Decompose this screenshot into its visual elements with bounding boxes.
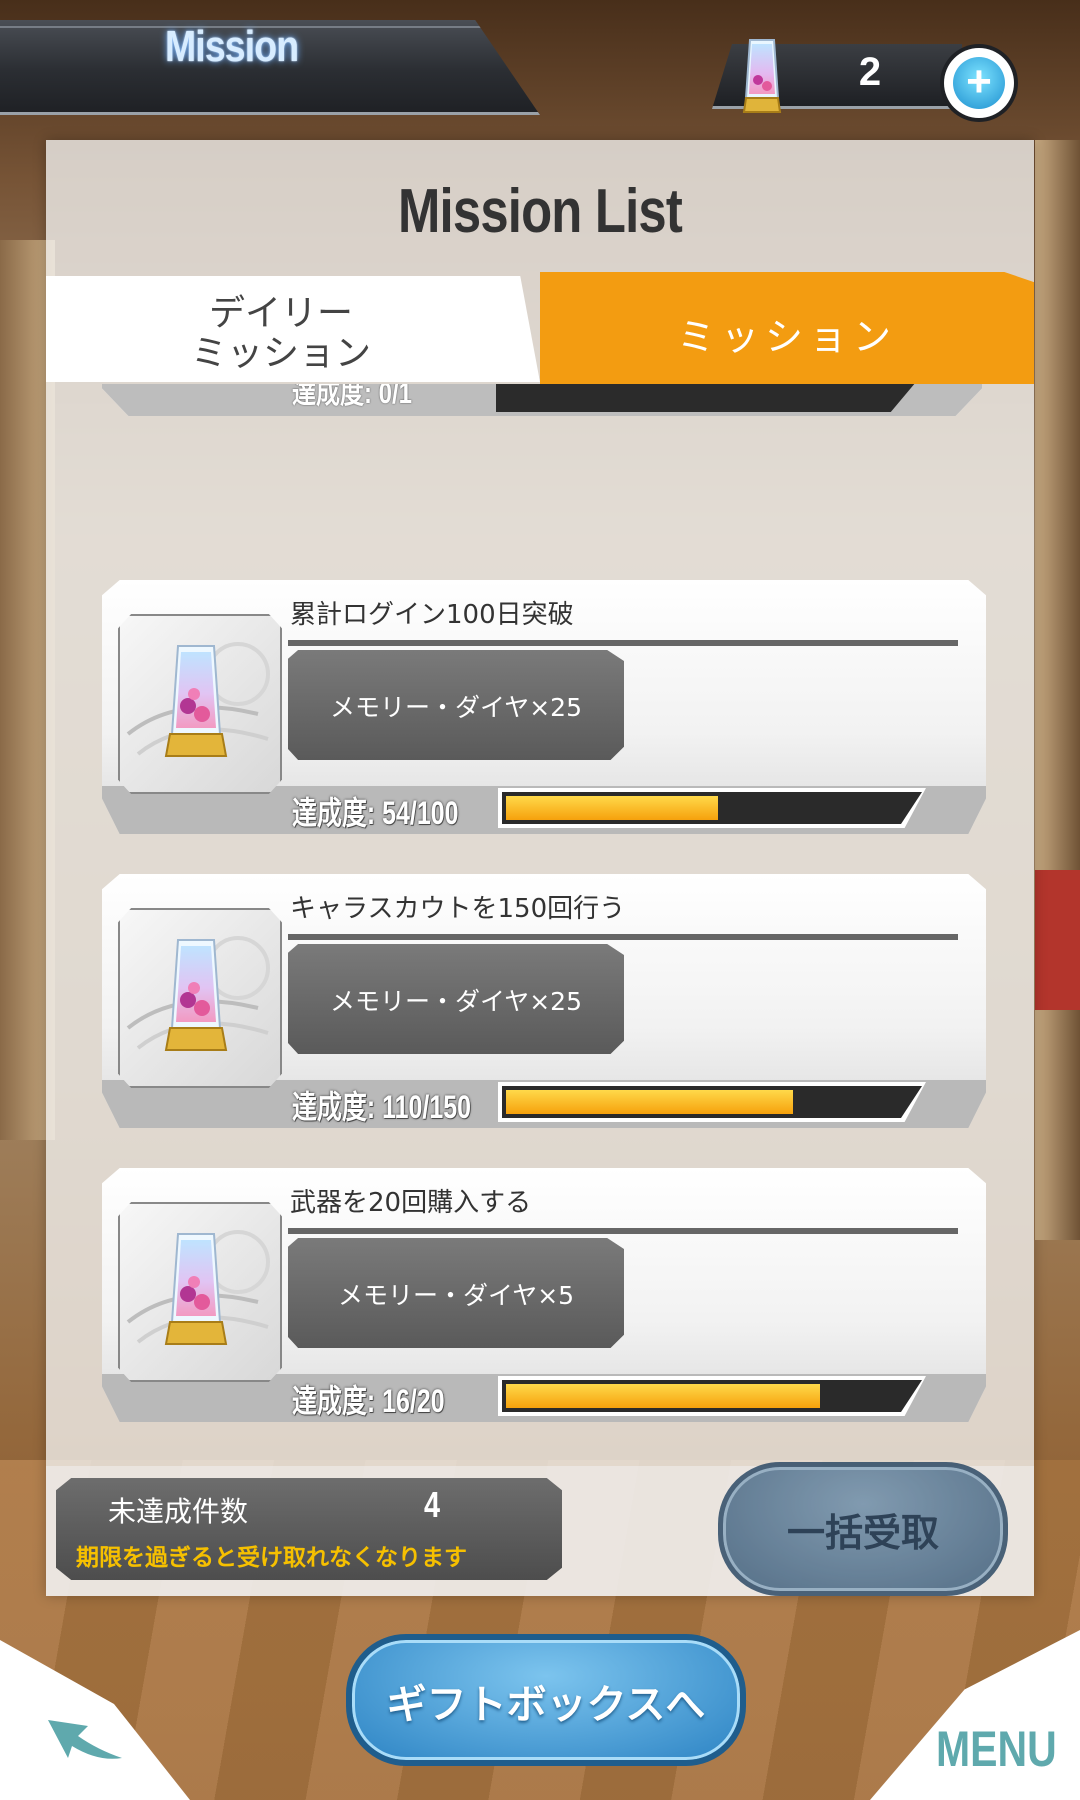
memory-diamond-icon — [742, 39, 782, 113]
unachieved-count: 4 — [424, 1484, 441, 1525]
gift-box-label: ギフトボックスへ — [386, 1682, 706, 1728]
progress-bar — [496, 384, 916, 412]
plus-icon: + — [953, 57, 1005, 109]
expiry-warning: 期限を過ぎると受け取れなくなります — [76, 1545, 467, 1571]
progress-label: 達成度: 54/100 — [292, 795, 459, 831]
currency-count: 2 — [858, 50, 882, 94]
unachieved-label: 未達成件数 — [108, 1495, 249, 1528]
mission-card: キャラスカウトを150回行う メモリー・ダイヤ×25 達成度: 110/150 — [102, 874, 986, 1128]
progress-label: 達成度: 110/150 — [292, 1089, 471, 1125]
mission-panel: Mission List デイリー ミッション ミッション 達成度: 0/1 累… — [46, 140, 1034, 1596]
reward-label: メモリー・ダイヤ×25 — [329, 987, 582, 1016]
progress-fill — [506, 796, 718, 820]
mission-title: 武器を20回購入する — [290, 1188, 532, 1218]
tab-daily-mission-label: デイリー ミッション — [190, 293, 371, 374]
reward-label: メモリー・ダイヤ×25 — [329, 693, 582, 722]
mission-card: 累計ログイン100日突破 メモリー・ダイヤ×25 達成度: 54/100 — [102, 580, 986, 834]
mission-title: キャラスカウトを150回行う — [290, 894, 626, 924]
reward-label: メモリー・ダイヤ×5 — [337, 1281, 575, 1310]
progress-label: 達成度: 0/1 — [292, 384, 413, 410]
menu-button[interactable]: MENU — [936, 1720, 1057, 1778]
background-wall-right — [1035, 140, 1080, 1240]
progress-fill — [506, 1090, 793, 1114]
tab-mission-label: ミッション — [676, 315, 897, 359]
mission-list[interactable]: 達成度: 0/1 累計ログイン100日突破 メモリー・ダイヤ×25 達成度: 5… — [46, 384, 1034, 1606]
progress-fill — [506, 1384, 820, 1408]
page-title: Mission — [165, 22, 299, 71]
mission-card: 武器を20回購入する メモリー・ダイヤ×5 達成度: 16/20 — [102, 1168, 986, 1422]
panel-title: Mission List — [398, 177, 683, 246]
memory-diamond-icon — [164, 1233, 228, 1345]
back-arrow-icon[interactable] — [38, 1706, 128, 1776]
mission-title: 累計ログイン100日突破 — [290, 600, 574, 630]
mission-card-partial: 達成度: 0/1 — [102, 384, 982, 416]
memory-diamond-icon — [164, 939, 228, 1051]
background-decor — [1035, 870, 1080, 1010]
progress-label: 達成度: 16/20 — [292, 1383, 445, 1419]
bulk-receive-label: 一括受取 — [786, 1511, 939, 1555]
memory-diamond-icon — [164, 645, 228, 757]
add-currency-button[interactable]: + — [944, 48, 1014, 118]
